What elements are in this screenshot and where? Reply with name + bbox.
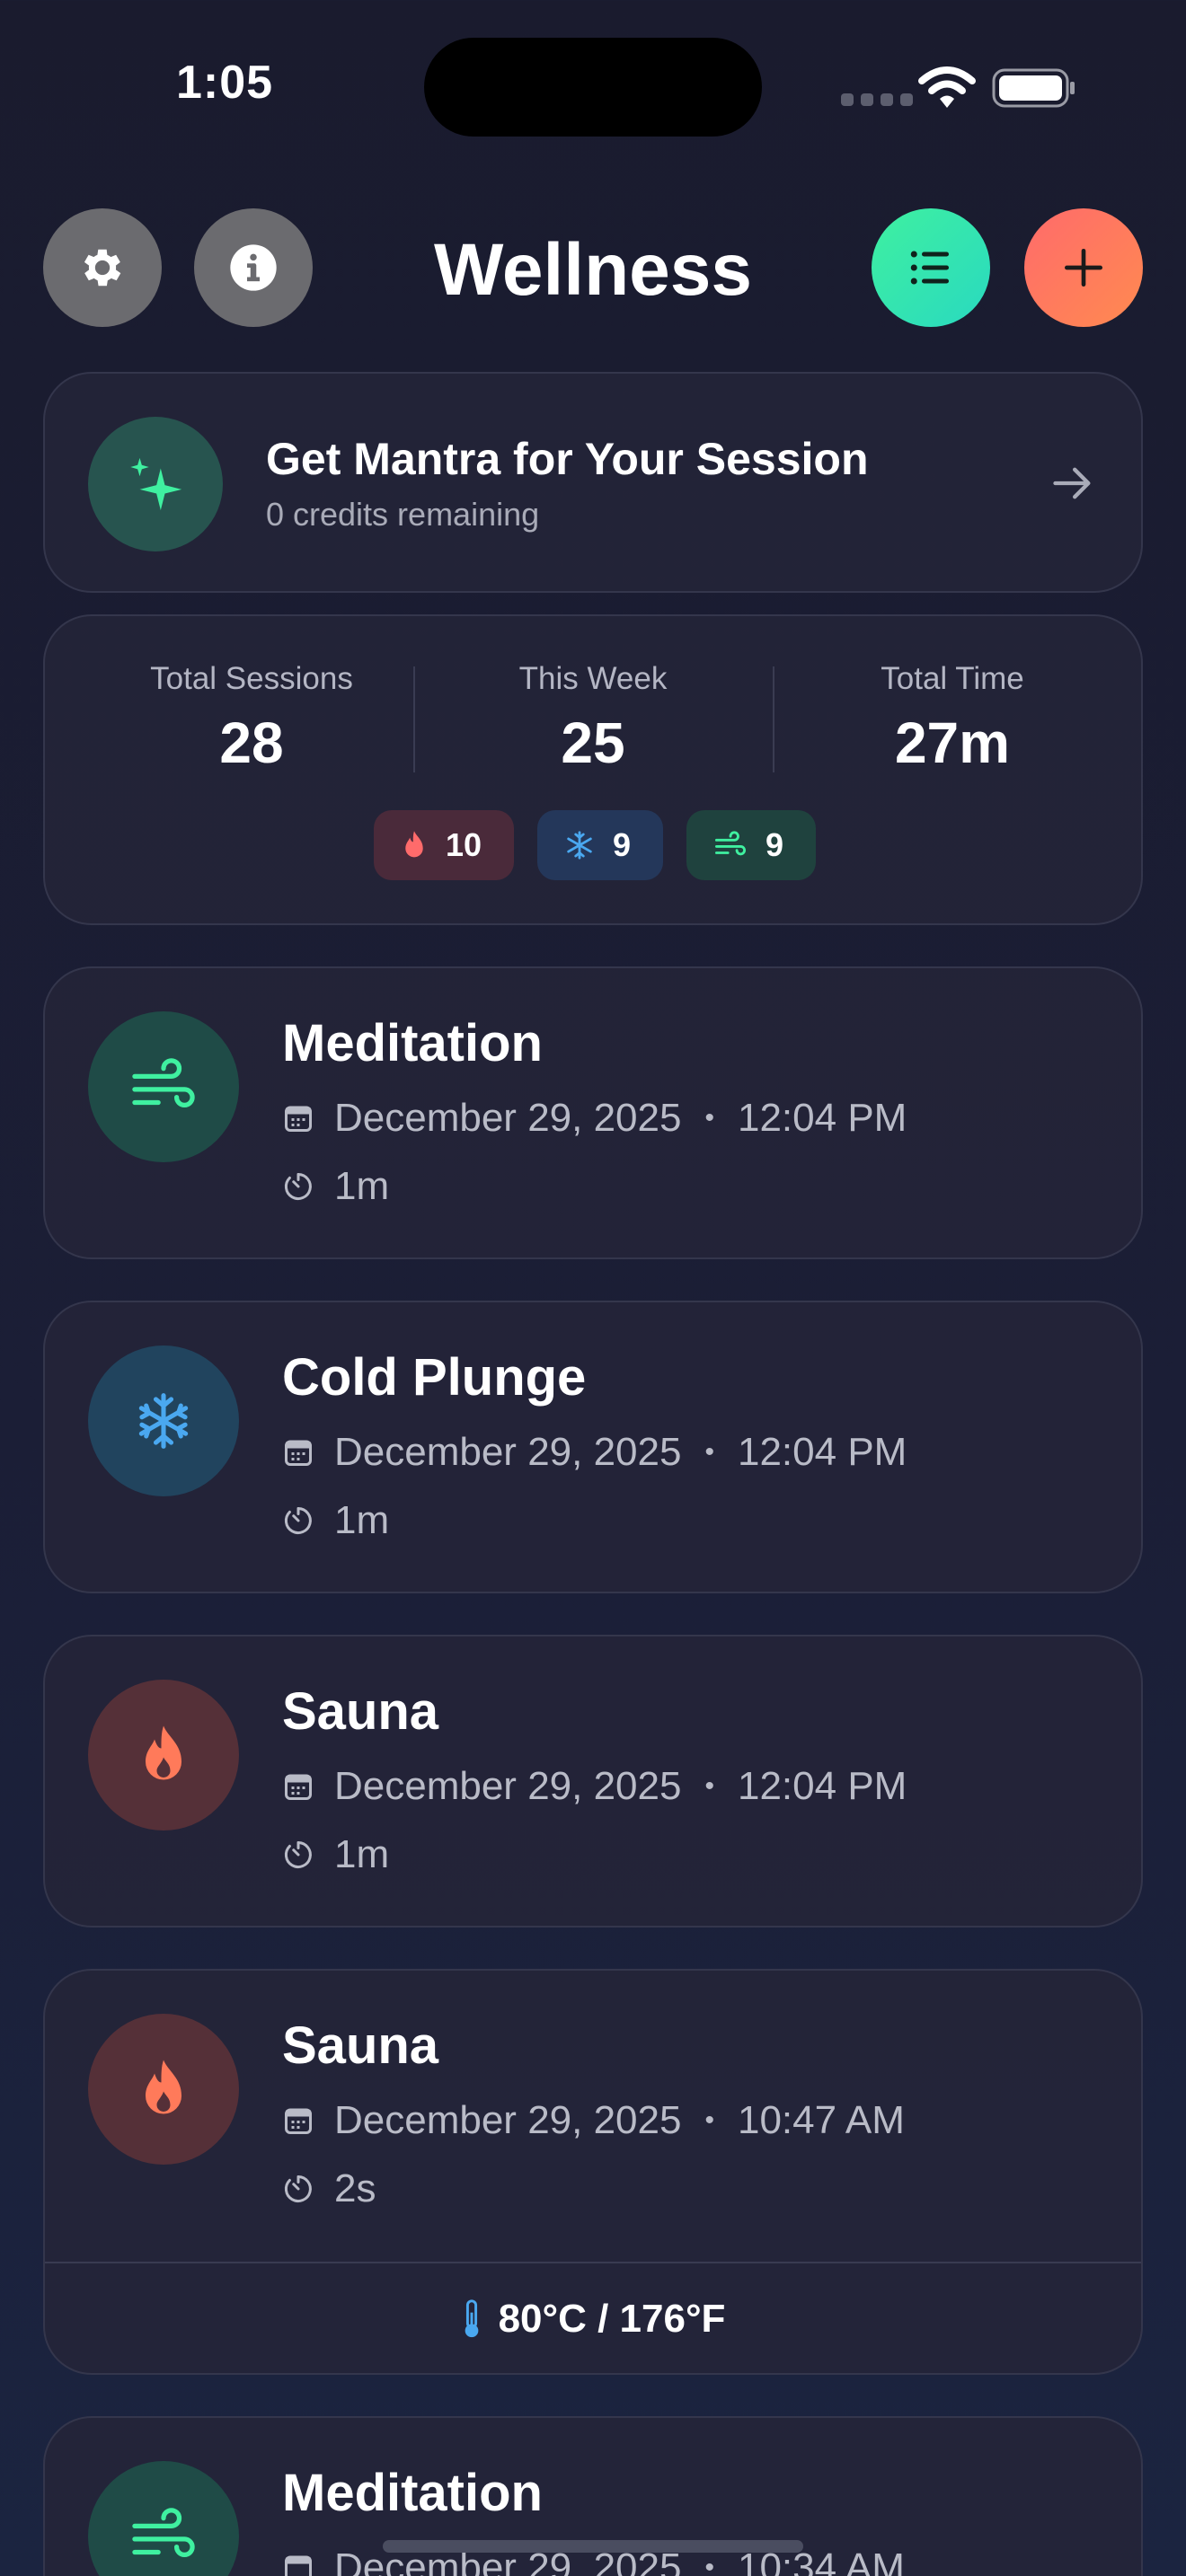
separator-dot: •: [704, 1771, 714, 1801]
session-type-badge: [88, 1680, 239, 1831]
session-duration-value: 1m: [334, 1164, 390, 1208]
snowflake-icon: [138, 1393, 189, 1449]
stats-card: Total Sessions 28 This Week 25 Total Tim…: [43, 614, 1143, 925]
session-datetime: December 29, 2025 • 10:47 AM: [282, 2098, 905, 2143]
status-time: 1:05: [176, 57, 274, 109]
session-title: Cold Plunge: [282, 1348, 587, 1407]
session-list-button[interactable]: [872, 208, 990, 327]
session-title: Sauna: [282, 1682, 439, 1741]
battery-icon: [992, 68, 1075, 108]
sparkles-icon: [130, 457, 182, 511]
temperature-value: 80°C / 176°F: [498, 2297, 726, 2341]
session-duration: 1m: [282, 1832, 389, 1877]
stat-value: 25: [561, 710, 625, 775]
separator-dot: •: [704, 2553, 714, 2576]
session-datetime: December 29, 2025 • 12:04 PM: [282, 1096, 907, 1141]
session-duration-value: 2s: [334, 2166, 376, 2210]
session-date: December 29, 2025: [334, 1430, 682, 1474]
stat-label: This Week: [518, 661, 668, 696]
wind-icon: [132, 1058, 195, 1108]
wind-icon: [132, 2508, 195, 2558]
cellular-signal-icon: [841, 93, 913, 106]
header: Wellness: [0, 208, 1186, 331]
session-time: 12:04 PM: [737, 1096, 907, 1140]
session-time: 10:47 AM: [737, 2098, 905, 2142]
flame-icon: [146, 1725, 181, 1780]
session-datetime: December 29, 2025 • 12:04 PM: [282, 1764, 907, 1809]
chip-count: 9: [766, 826, 784, 863]
session-title: Meditation: [282, 2464, 543, 2522]
session-title: Meditation: [282, 1014, 543, 1072]
calendar-icon: [285, 2108, 312, 2134]
session-duration-value: 1m: [334, 1498, 390, 1542]
calendar-icon: [285, 1774, 312, 1800]
separator-dot: •: [704, 2105, 714, 2135]
thermometer-icon: [465, 2299, 478, 2338]
session-date: December 29, 2025: [334, 1096, 682, 1140]
session-title: Sauna: [282, 2016, 439, 2075]
page-title: Wellness: [434, 229, 752, 311]
session-card[interactable]: Meditation December 29, 2025 • 12:04 PM …: [43, 966, 1143, 1259]
mantra-card[interactable]: Get Mantra for Your Session 0 credits re…: [43, 372, 1143, 593]
timer-icon: [284, 2175, 312, 2202]
cold-count-chip: 9: [536, 810, 664, 880]
session-card[interactable]: Sauna December 29, 2025 • 12:04 PM 1m: [43, 1635, 1143, 1928]
session-duration: 1m: [282, 1164, 389, 1209]
session-temperature: 80°C / 176°F: [45, 2263, 1141, 2375]
session-card[interactable]: Sauna December 29, 2025 • 10:47 AM 2s 80…: [43, 1969, 1143, 2375]
mantra-credits: 0 credits remaining: [266, 496, 540, 533]
list-icon: [910, 251, 949, 285]
arrow-right-icon: [1053, 467, 1091, 499]
session-type-badge: [88, 1345, 239, 1496]
add-session-button[interactable]: [1024, 208, 1143, 327]
divider: [773, 666, 774, 772]
separator-dot: •: [704, 1103, 714, 1133]
chip-count: 9: [612, 826, 632, 863]
stat-label: Total Time: [881, 661, 1024, 696]
dynamic-island: [424, 38, 762, 137]
session-type-counts: 10 9 9: [45, 810, 1145, 880]
session-duration: 2s: [282, 2166, 376, 2211]
wind-icon: [715, 831, 746, 856]
session-time: 12:04 PM: [737, 1430, 907, 1474]
session-duration: 1m: [282, 1498, 389, 1543]
timer-icon: [284, 1507, 312, 1534]
session-type-badge: [88, 1011, 239, 1162]
home-indicator[interactable]: [383, 2540, 803, 2553]
stat-value: 27m: [894, 710, 1011, 775]
session-date: December 29, 2025: [334, 2098, 682, 2142]
snowflake-icon: [567, 831, 592, 860]
mantra-icon-badge: [88, 417, 223, 551]
flame-icon: [405, 831, 423, 858]
session-type-badge: [88, 2014, 239, 2165]
session-datetime: December 29, 2025 • 12:04 PM: [282, 1430, 907, 1475]
calendar-icon: [285, 1106, 312, 1132]
calendar-icon: [285, 2555, 312, 2576]
session-type-badge: [88, 2461, 239, 2576]
meditation-count-chip: 9: [686, 810, 817, 880]
session-date: December 29, 2025: [334, 1764, 682, 1808]
mantra-title: Get Mantra for Your Session: [266, 434, 869, 484]
flame-icon: [146, 2060, 181, 2114]
stat-this-week: This Week 25: [422, 661, 764, 776]
separator-dot: •: [704, 1437, 714, 1467]
sauna-count-chip: 10: [373, 810, 514, 880]
stat-total-time: Total Time 27m: [782, 661, 1123, 776]
chip-count: 10: [445, 826, 482, 863]
stat-value: 28: [219, 710, 284, 775]
calendar-icon: [285, 1440, 312, 1466]
status-bar: 1:05: [0, 0, 1186, 171]
wifi-icon: [918, 66, 976, 108]
plus-icon: [1065, 249, 1102, 287]
timer-icon: [284, 1173, 312, 1200]
session-card[interactable]: Cold Plunge December 29, 2025 • 12:04 PM…: [43, 1301, 1143, 1593]
stat-total-sessions: Total Sessions 28: [81, 661, 422, 776]
session-time: 12:04 PM: [737, 1764, 907, 1808]
session-duration-value: 1m: [334, 1832, 390, 1876]
timer-icon: [284, 1841, 312, 1868]
divider: [413, 666, 415, 772]
stat-label: Total Sessions: [150, 661, 353, 696]
